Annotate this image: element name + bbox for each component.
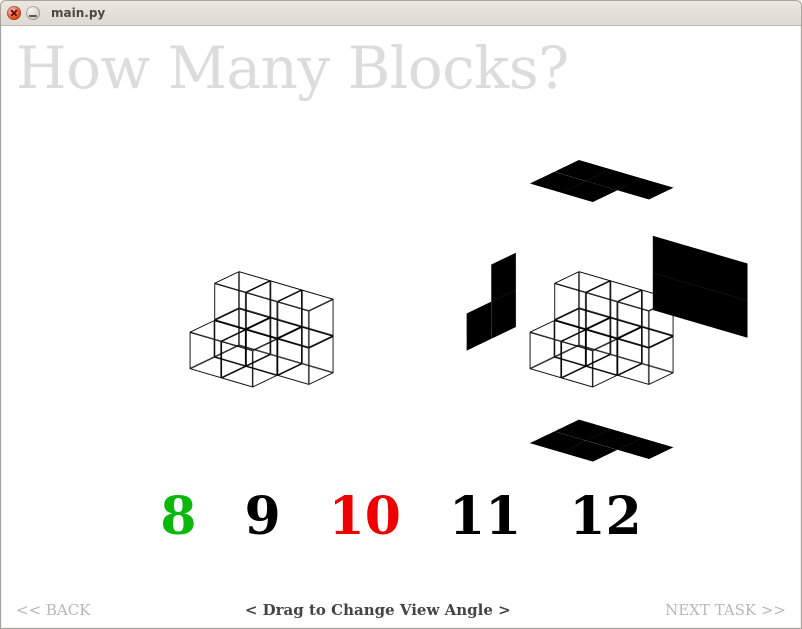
minimize-icon[interactable] [26,6,40,20]
answer-option[interactable]: 8 [160,486,196,547]
window-title: main.py [51,6,105,20]
answer-option[interactable]: 10 [329,486,401,547]
answer-option[interactable]: 11 [449,486,521,547]
content-area: How Many Blocks? 89 10 11 12 << BACK < Drag… [2,26,800,627]
block-viewport[interactable] [22,126,780,466]
back-button[interactable]: << BACK [16,601,90,619]
answer-option[interactable]: 9 [244,486,280,547]
page-title: How Many Blocks? [16,34,569,102]
next-button[interactable]: NEXT TASK >> [665,601,786,619]
answer-row: 89 10 11 12 [2,486,800,547]
drag-hint: < Drag to Change View Angle > [245,601,511,619]
app-window: main.py How Many Blocks? 89 10 11 12 << BAC… [0,0,802,629]
answer-option[interactable]: 12 [569,486,641,547]
footer-bar: << BACK < Drag to Change View Angle > NE… [2,601,800,619]
titlebar: main.py [1,1,801,26]
close-icon[interactable] [7,6,21,20]
